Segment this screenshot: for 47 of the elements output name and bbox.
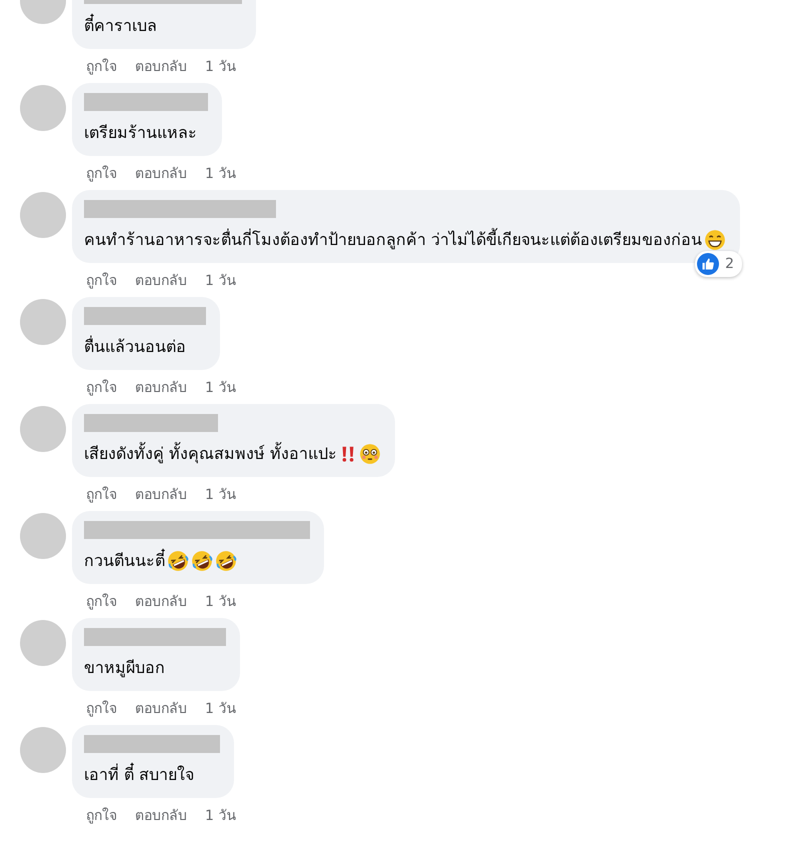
comment-time: 1 วัน [205,700,236,719]
reply-link[interactable]: ตอบกลับ [135,162,187,184]
flushed-face-icon [359,443,382,465]
comment-text: เตรียมร้านแหละ [84,122,197,144]
reply-link[interactable]: ตอบกลับ [135,483,187,505]
avatar[interactable] [20,620,66,666]
comment-time: 1 วัน [205,486,236,505]
avatar[interactable] [20,192,66,238]
like-link[interactable]: ถูกใจ [86,483,117,505]
comment-time: 1 วัน [205,272,236,291]
avatar[interactable] [20,299,66,345]
comment-time: 1 วัน [205,58,236,77]
avatar[interactable] [20,85,66,131]
like-link[interactable]: ถูกใจ [86,697,117,719]
comment-text: คนทำร้านอาหารจะตื่นกี่โมงต้องทำป้ายบอกลูกค้า ว่าไม่ได้ขี้เกียจนะแต่ต้องเตรียมของก่อน [84,227,702,252]
comment-text: เอาที่ ตี๋ สบายใจ [84,762,194,788]
grinning-face-icon [704,229,726,251]
like-link[interactable]: ถูกใจ [86,804,117,826]
reaction-count: 2 [725,256,734,272]
like-link[interactable]: ถูกใจ [86,376,117,398]
like-link[interactable]: ถูกใจ [86,55,117,77]
comment-text: กวนตีนนะตี๋ [84,548,165,574]
laughing-face-icon [191,550,213,572]
comment-text: ตื่นแล้วนอนต่อ [84,334,186,358]
reply-link[interactable]: ตอบกลับ [135,55,187,77]
thumbs-up-icon [697,253,720,275]
reaction-badge[interactable]: 2 [695,251,742,277]
laughing-face-icon [167,550,189,572]
like-link[interactable]: ถูกใจ [86,269,117,291]
avatar[interactable] [20,513,66,559]
comment-text: ขาหมูผีบอก [84,657,165,680]
reply-link[interactable]: ตอบกลับ [135,269,187,291]
comment-time: 1 วัน [205,165,236,184]
reply-link[interactable]: ตอบกลับ [135,376,187,398]
like-link[interactable]: ถูกใจ [86,590,117,612]
reply-link[interactable]: ตอบกลับ [135,804,187,826]
comment-time: 1 วัน [205,593,236,612]
like-link[interactable]: ถูกใจ [86,162,117,184]
avatar[interactable] [20,406,66,452]
comment-text: เสียงดังทั้งคู่ ทั้งคุณสมพงษ์ ทั้งอาแปะ [84,441,338,466]
comment-time: 1 วัน [205,379,236,398]
laughing-face-icon [215,550,237,572]
reply-link[interactable]: ตอบกลับ [135,697,187,719]
reply-link[interactable]: ตอบกลับ [135,590,187,612]
comment-text: ตี๋คาราเบล [84,13,157,39]
avatar[interactable] [20,727,66,773]
comment-time: 1 วัน [205,807,236,826]
